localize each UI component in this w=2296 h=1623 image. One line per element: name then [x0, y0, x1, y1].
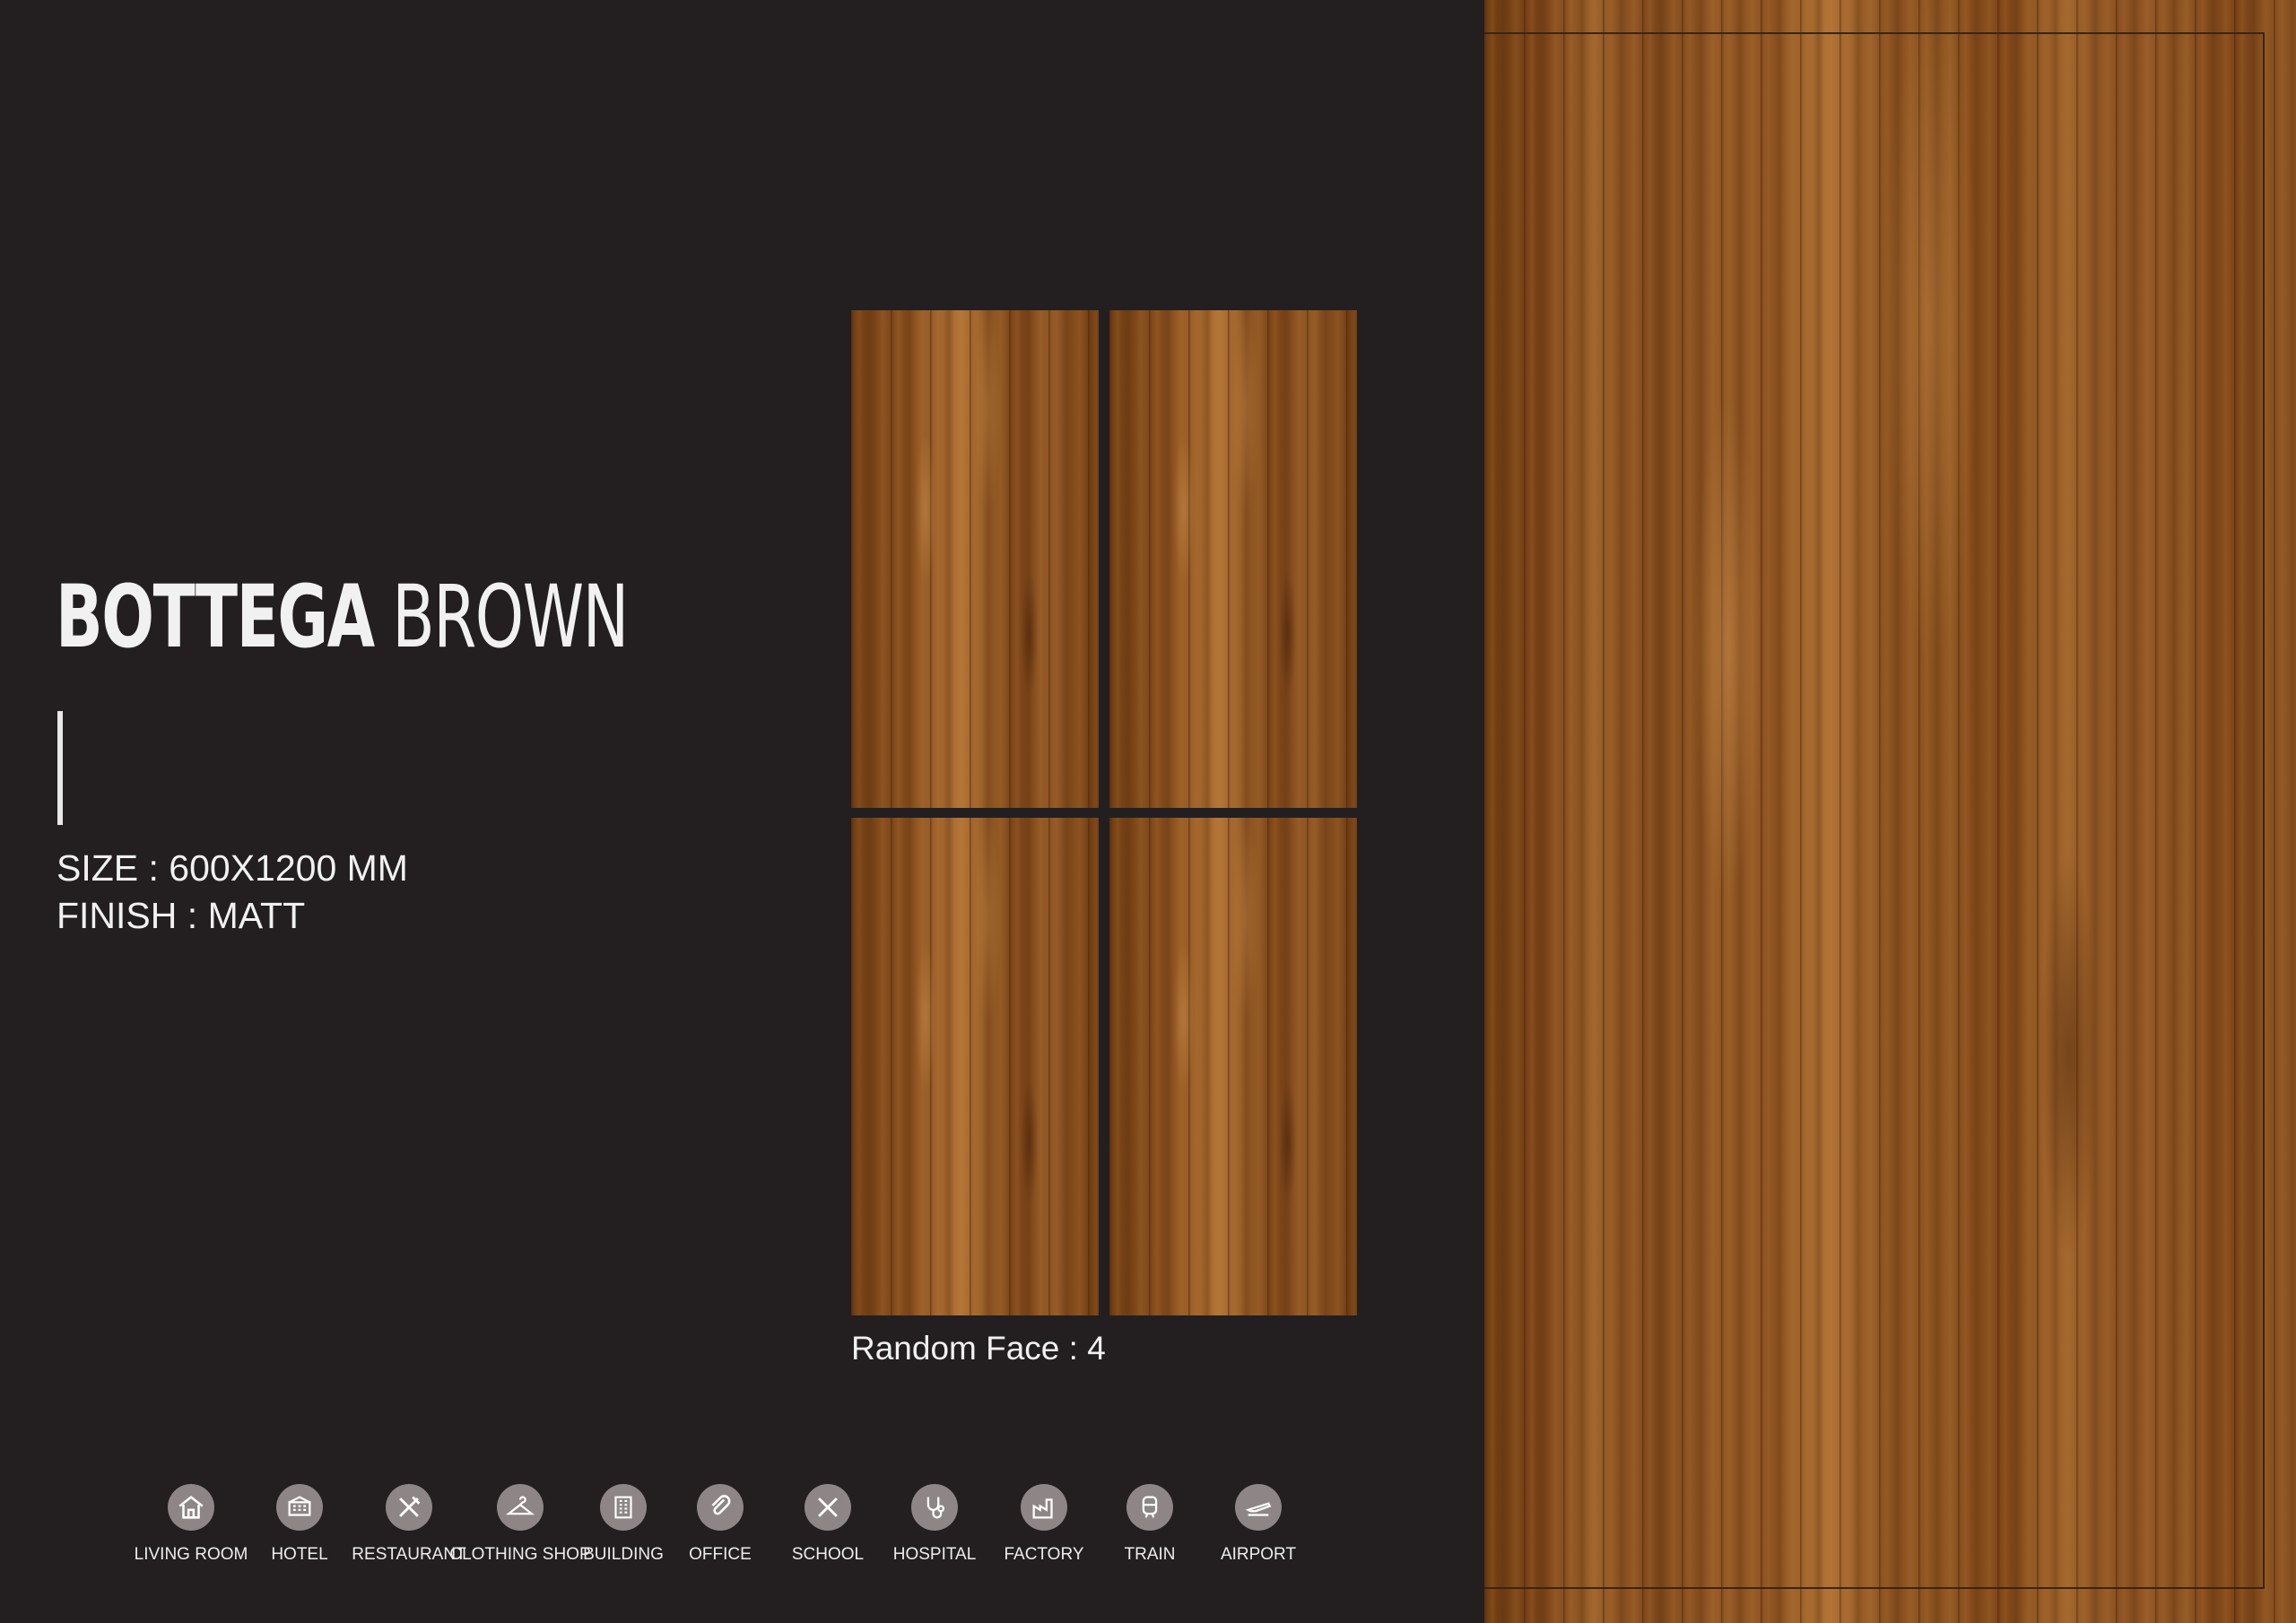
tile-face-3: [851, 818, 1099, 1315]
frame-line-top: [1484, 32, 2265, 34]
factory-icon: [1021, 1484, 1067, 1531]
catalog-page: BOTTEGA BROWN SIZE : 600X1200 MM FINISH …: [0, 0, 2296, 1623]
fork-knife-icon: [386, 1484, 432, 1531]
house-icon: [168, 1484, 214, 1531]
frame-line-right: [2263, 32, 2265, 1589]
tile-face-2: [1109, 310, 1357, 808]
frame-line-bottom: [1484, 1587, 2265, 1589]
tile-face-4: [1109, 818, 1357, 1315]
size-spec: SIZE : 600X1200 MM: [57, 847, 408, 889]
application-airport: AIRPORT: [1187, 1484, 1330, 1565]
plane-icon: [1235, 1484, 1282, 1531]
tile-face-1: [851, 310, 1099, 808]
title-divider: [57, 711, 63, 825]
random-face-caption: Random Face : 4: [851, 1330, 1106, 1367]
hotel-icon: [276, 1484, 323, 1531]
paperclip-icon: [697, 1484, 744, 1531]
pencil-ruler-icon: [804, 1484, 851, 1531]
product-title: BOTTEGA BROWN: [56, 574, 629, 660]
train-icon: [1126, 1484, 1173, 1531]
finish-spec: FINISH : MATT: [57, 895, 306, 936]
building-icon: [600, 1484, 647, 1531]
hanger-icon: [497, 1484, 544, 1531]
stethoscope-icon: [911, 1484, 958, 1531]
application-label: AIRPORT: [1220, 1545, 1297, 1564]
product-title-light: BROWN: [392, 567, 629, 667]
large-tile-preview: [1484, 0, 2296, 1623]
product-title-bold: BOTTEGA: [56, 567, 375, 667]
